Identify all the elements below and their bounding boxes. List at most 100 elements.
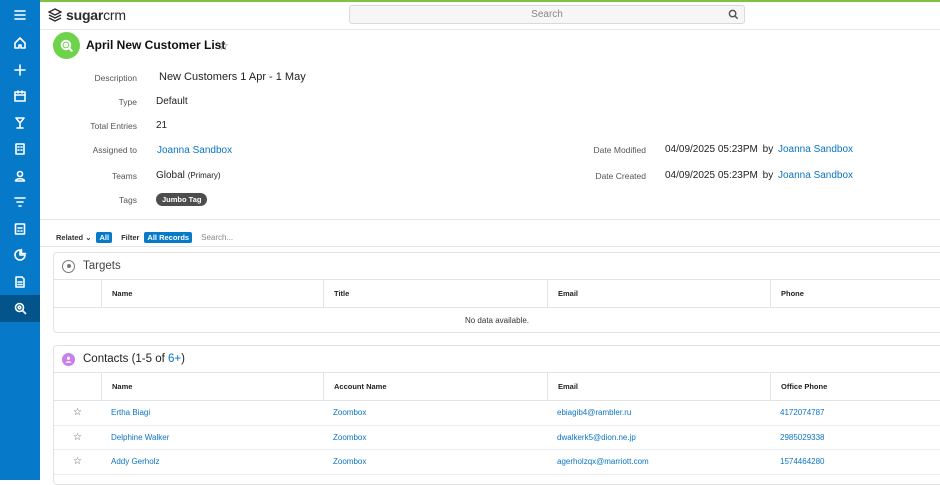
- target-list-record-icon: [53, 32, 80, 59]
- subpanel-search-input[interactable]: Search...: [201, 233, 233, 242]
- contacts-title-prefix: Contacts (1-5 of: [83, 353, 169, 365]
- table-row: ☆ Ertha Biagi Zoombox ebiagib4@rambler.r…: [54, 401, 940, 426]
- contact-name-link[interactable]: Delphine Walker: [101, 433, 323, 442]
- column-spacer: [54, 280, 101, 307]
- total-entries-value: 21: [156, 120, 168, 131]
- chevron-down-icon: ⌄: [85, 232, 92, 242]
- created-by-link[interactable]: Joanna Sandbox: [778, 170, 853, 181]
- date-modified-value: 04/09/2025 05:23PM by Joanna Sandbox: [665, 144, 853, 155]
- column-email[interactable]: Email: [547, 280, 770, 307]
- global-search-input[interactable]: Search: [349, 5, 745, 24]
- type-label: Type: [118, 97, 137, 107]
- documents-icon[interactable]: [0, 269, 40, 296]
- dashboards-icon[interactable]: [0, 242, 40, 269]
- phone-link[interactable]: 4172074787: [770, 408, 940, 417]
- cube-icon: [48, 8, 62, 22]
- related-dropdown[interactable]: Related ⌄: [56, 233, 91, 242]
- add-icon[interactable]: [0, 57, 40, 84]
- search-placeholder: Search: [531, 9, 563, 20]
- targets-title: Targets: [83, 260, 121, 272]
- contact-name-link[interactable]: Ertha Biagi: [101, 408, 323, 417]
- filter-label: Filter: [121, 232, 140, 242]
- target-lists-icon[interactable]: [0, 295, 40, 322]
- phone-link[interactable]: 1574464280: [770, 457, 940, 466]
- targets-header[interactable]: Targets: [54, 253, 940, 280]
- reports-icon[interactable]: [0, 216, 40, 243]
- date-created-value: 04/09/2025 05:23PM by Joanna Sandbox: [665, 170, 853, 181]
- contact-name-link[interactable]: Addy Gerholz: [101, 457, 323, 466]
- phone-link[interactable]: 2985029338: [770, 433, 940, 442]
- related-label: Related: [56, 232, 84, 242]
- column-email[interactable]: Email: [547, 373, 770, 400]
- date-created-label: Date Created: [595, 171, 646, 181]
- calendar-icon[interactable]: [0, 83, 40, 110]
- sugarcrm-logo[interactable]: sugar crm: [48, 7, 126, 23]
- assigned-to-label: Assigned to: [92, 145, 137, 155]
- contacts-column-headers: Name Account Name Email Office Phone: [54, 373, 940, 401]
- column-name[interactable]: Name: [101, 373, 323, 400]
- contacts-title-suffix: ): [181, 353, 185, 365]
- email-link[interactable]: agerholzqx@marriott.com: [547, 457, 770, 466]
- modified-by-link[interactable]: Joanna Sandbox: [778, 144, 853, 155]
- description-value[interactable]: New Customers 1 Apr - 1 May: [159, 71, 306, 83]
- logo-text-light: crm: [103, 7, 126, 23]
- favorite-star-icon[interactable]: ☆: [54, 456, 101, 467]
- targets-subpanel: Targets Name Title Email Phone No data a…: [53, 252, 940, 333]
- column-name[interactable]: Name: [101, 280, 323, 307]
- contacts-icon[interactable]: [0, 163, 40, 190]
- team-primary-suffix: (Primary): [187, 171, 221, 180]
- divider: [40, 246, 940, 247]
- teams-label: Teams: [111, 171, 137, 181]
- description-label: Description: [94, 73, 137, 83]
- date-modified-label: Date Modified: [593, 145, 646, 155]
- date-created-text: 04/09/2025 05:23PM: [665, 170, 758, 181]
- contacts-header[interactable]: Contacts (1-5 of 6+): [54, 346, 940, 373]
- favorite-star-icon[interactable]: ☆: [54, 407, 101, 418]
- all-records-chip[interactable]: All Records: [144, 231, 193, 243]
- by-text: by: [762, 170, 774, 181]
- record-view: April New Customer List ☆ Description Ne…: [40, 31, 940, 485]
- filter-icon[interactable]: [0, 189, 40, 216]
- favorite-star-icon[interactable]: ☆: [54, 432, 101, 443]
- email-link[interactable]: ebiagib4@rambler.ru: [547, 408, 770, 417]
- contacts-subpanel: Contacts (1-5 of 6+) Name Account Name E…: [53, 345, 940, 485]
- divider: [40, 219, 940, 220]
- tag-pill[interactable]: Jumbo Tag: [156, 193, 208, 206]
- email-link[interactable]: dwalkerk5@dion.ne.jp: [547, 433, 770, 442]
- contacts-person-icon: [62, 352, 75, 366]
- subpanel-filter-bar: Related ⌄ All Filter All Records Search.…: [56, 231, 233, 243]
- favorite-star-icon[interactable]: ☆: [218, 39, 229, 53]
- tags-label: Tags: [119, 195, 137, 205]
- teams-value[interactable]: Global (Primary): [156, 170, 221, 181]
- contacts-title: Contacts (1-5 of 6+): [83, 353, 185, 365]
- all-modules-chip[interactable]: All: [96, 231, 113, 243]
- column-account-name[interactable]: Account Name: [323, 373, 547, 400]
- team-name: Global: [156, 170, 185, 181]
- contacts-count-link[interactable]: 6+: [168, 353, 181, 365]
- total-entries-label: Total Entries: [90, 121, 137, 131]
- accounts-icon[interactable]: [0, 136, 40, 163]
- sidebar: [0, 0, 40, 480]
- home-icon[interactable]: [0, 30, 40, 57]
- account-name-link[interactable]: Zoombox: [323, 408, 547, 417]
- account-name-link[interactable]: Zoombox: [323, 457, 547, 466]
- date-modified-text: 04/09/2025 05:23PM: [665, 144, 758, 155]
- targets-column-headers: Name Title Email Phone: [54, 280, 940, 308]
- column-phone[interactable]: Phone: [770, 280, 940, 307]
- table-row: ☆ Delphine Walker Zoombox dwalkerk5@dion…: [54, 426, 940, 450]
- logo-text-bold: sugar: [66, 7, 104, 23]
- by-text: by: [762, 144, 774, 155]
- type-value[interactable]: Default: [156, 96, 188, 107]
- top-bar: sugar crm Search: [40, 0, 940, 30]
- menu-icon[interactable]: [0, 0, 40, 30]
- assigned-to-link[interactable]: Joanna Sandbox: [157, 145, 232, 156]
- column-title[interactable]: Title: [323, 280, 547, 307]
- column-office-phone[interactable]: Office Phone: [770, 373, 940, 400]
- search-icon[interactable]: [728, 9, 739, 20]
- table-row: ☆ Addy Gerholz Zoombox agerholzqx@marrio…: [54, 450, 940, 475]
- opportunities-icon[interactable]: [0, 110, 40, 137]
- no-data-message: No data available.: [464, 315, 530, 325]
- page-title: April New Customer List: [86, 38, 226, 52]
- column-spacer: [54, 373, 101, 400]
- account-name-link[interactable]: Zoombox: [323, 433, 547, 442]
